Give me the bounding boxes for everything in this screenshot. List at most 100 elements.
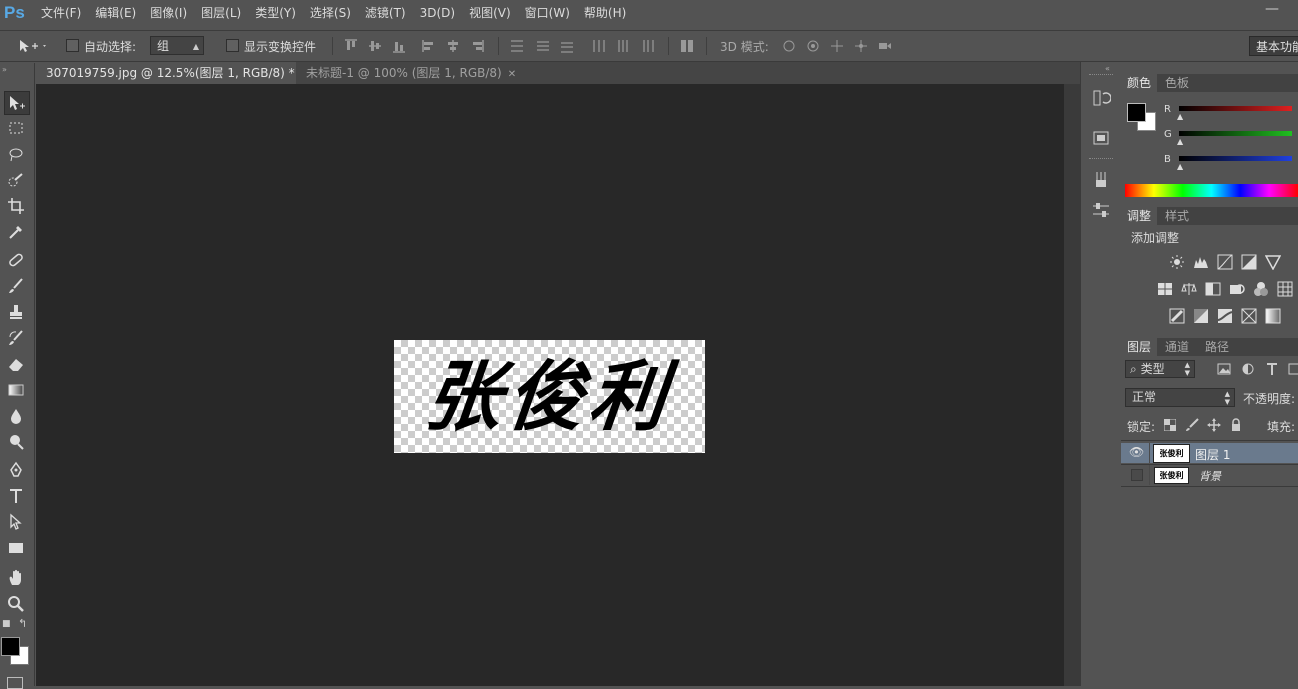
eye-icon[interactable]: 👁 — [1129, 445, 1144, 459]
history-brush-tool-icon[interactable] — [4, 327, 28, 349]
auto-select-checkbox[interactable] — [66, 39, 79, 52]
3d-pan-icon[interactable] — [830, 39, 844, 53]
align-top-icon[interactable] — [344, 39, 358, 53]
menu-view[interactable]: 视图(V) — [462, 0, 518, 26]
distribute-right-icon[interactable] — [640, 39, 654, 53]
gradient-tool-icon[interactable] — [4, 379, 28, 401]
path-selection-tool-icon[interactable] — [4, 511, 28, 533]
document-tab-active[interactable]: 307019759.jpg @ 12.5%(图层 1, RGB/8) *✕ — [36, 62, 309, 84]
color-balance-icon[interactable] — [1181, 281, 1197, 297]
tab-color[interactable]: 颜色 — [1121, 74, 1158, 92]
document-canvas[interactable]: 张俊利 — [394, 340, 705, 453]
foreground-color-swatch[interactable] — [1, 637, 20, 656]
align-vcenter-icon[interactable] — [368, 39, 382, 53]
marquee-tool-icon[interactable] — [4, 117, 28, 139]
invert-icon[interactable] — [1169, 308, 1185, 324]
levels-icon[interactable] — [1193, 254, 1209, 270]
threshold-icon[interactable] — [1217, 308, 1233, 324]
3d-rotate-icon[interactable] — [782, 39, 796, 53]
menu-filter[interactable]: 滤镜(T) — [358, 0, 413, 26]
distribute-vcenter-icon[interactable] — [536, 39, 550, 53]
tab-styles[interactable]: 样式 — [1159, 207, 1195, 225]
auto-select-dropdown[interactable]: 组 ▲▼ — [150, 36, 204, 70]
black-white-icon[interactable] — [1205, 281, 1221, 297]
red-slider-track[interactable] — [1179, 106, 1292, 111]
channel-mixer-icon[interactable] — [1253, 281, 1269, 297]
color-spectrum-ramp[interactable] — [1125, 184, 1298, 197]
auto-align-layers-icon[interactable] — [680, 39, 694, 53]
layer-row[interactable]: 张俊利 背景 — [1121, 465, 1298, 485]
tab-layers[interactable]: 图层 — [1121, 338, 1158, 356]
filter-adjustment-icon[interactable] — [1241, 362, 1255, 376]
quick-selection-tool-icon[interactable] — [4, 169, 28, 191]
foreground-color-swatch[interactable] — [1127, 103, 1146, 122]
distribute-hcenter-icon[interactable] — [616, 39, 630, 53]
lock-position-icon[interactable] — [1207, 418, 1221, 432]
green-slider-thumb[interactable]: ▲ — [1177, 137, 1183, 146]
blue-slider-track[interactable] — [1179, 156, 1292, 161]
filter-type-icon[interactable] — [1265, 362, 1279, 376]
distribute-top-icon[interactable] — [510, 39, 524, 53]
document-tab-inactive[interactable]: 未标题-1 @ 100% (图层 1, RGB/8) ✕ — [296, 62, 516, 84]
properties-panel-icon[interactable] — [1091, 128, 1111, 148]
blend-mode-dropdown[interactable]: 正常 ▲ ▼ — [1125, 388, 1235, 407]
layer-name[interactable]: 图层 1 — [1195, 446, 1230, 463]
default-colors-icon[interactable]: ■ — [2, 619, 11, 629]
hand-tool-icon[interactable] — [4, 567, 28, 589]
clone-stamp-tool-icon[interactable] — [4, 301, 28, 323]
distribute-bottom-icon[interactable] — [560, 39, 574, 53]
brush-tool-icon[interactable] — [4, 275, 28, 297]
selective-color-icon[interactable] — [1241, 308, 1257, 324]
blue-slider-thumb[interactable]: ▲ — [1177, 162, 1183, 171]
exposure-icon[interactable] — [1241, 254, 1257, 270]
type-tool-icon[interactable] — [4, 485, 28, 507]
posterize-icon[interactable] — [1193, 308, 1209, 324]
lasso-tool-icon[interactable] — [4, 143, 28, 165]
color-lookup-icon[interactable] — [1277, 281, 1293, 297]
eraser-tool-icon[interactable] — [4, 353, 28, 375]
photo-filter-icon[interactable] — [1229, 281, 1245, 297]
tab-swatches[interactable]: 色板 — [1159, 74, 1195, 92]
move-tool-icon[interactable] — [4, 91, 30, 115]
3d-slide-icon[interactable] — [854, 39, 868, 53]
menu-file[interactable]: 文件(F) — [34, 0, 88, 26]
gradient-map-icon[interactable] — [1265, 308, 1281, 324]
menu-window[interactable]: 窗口(W) — [518, 0, 577, 26]
menu-image[interactable]: 图像(I) — [143, 0, 194, 26]
workspace-switcher-button[interactable]: 基本功能 — [1249, 36, 1298, 56]
eyedropper-tool-icon[interactable] — [4, 221, 28, 243]
distribute-left-icon[interactable] — [592, 39, 606, 53]
hue-saturation-icon[interactable] — [1157, 281, 1173, 297]
show-transform-checkbox[interactable] — [226, 39, 239, 52]
close-icon[interactable]: ✕ — [508, 64, 516, 86]
menu-select[interactable]: 选择(S) — [303, 0, 358, 26]
align-bottom-icon[interactable] — [392, 39, 406, 53]
align-hcenter-icon[interactable] — [446, 39, 460, 53]
filter-pixel-icon[interactable] — [1217, 362, 1231, 376]
healing-brush-tool-icon[interactable] — [4, 249, 28, 271]
brightness-contrast-icon[interactable] — [1169, 254, 1185, 270]
blur-tool-icon[interactable] — [4, 405, 28, 427]
brush-presets-icon[interactable] — [1091, 170, 1111, 190]
menu-3d[interactable]: 3D(D) — [413, 0, 462, 26]
expand-panels-icon[interactable]: « — [1105, 64, 1110, 73]
pen-tool-icon[interactable] — [4, 459, 28, 481]
3d-scale-icon[interactable] — [878, 39, 892, 53]
swap-colors-icon[interactable]: ↰ — [18, 617, 27, 630]
canvas-scrollbar[interactable] — [1064, 84, 1080, 686]
tab-adjustments[interactable]: 调整 — [1121, 207, 1158, 225]
minimize-icon[interactable]: — — [1258, 2, 1286, 20]
tab-paths[interactable]: 路径 — [1199, 338, 1235, 356]
align-left-icon[interactable] — [422, 39, 436, 53]
align-right-icon[interactable] — [470, 39, 484, 53]
rectangle-tool-icon[interactable] — [4, 537, 28, 559]
menu-help[interactable]: 帮助(H) — [577, 0, 633, 26]
3d-roll-icon[interactable] — [806, 39, 820, 53]
tool-presets-icon[interactable] — [1091, 200, 1111, 220]
tab-channels[interactable]: 通道 — [1159, 338, 1195, 356]
visibility-toggle-hidden[interactable] — [1131, 469, 1143, 481]
lock-transparent-pixels-icon[interactable] — [1164, 419, 1176, 431]
layer-row-selected[interactable]: 👁 张俊利 图层 1 — [1121, 443, 1298, 463]
curves-icon[interactable] — [1217, 254, 1233, 270]
quick-mask-icon[interactable] — [7, 677, 23, 689]
